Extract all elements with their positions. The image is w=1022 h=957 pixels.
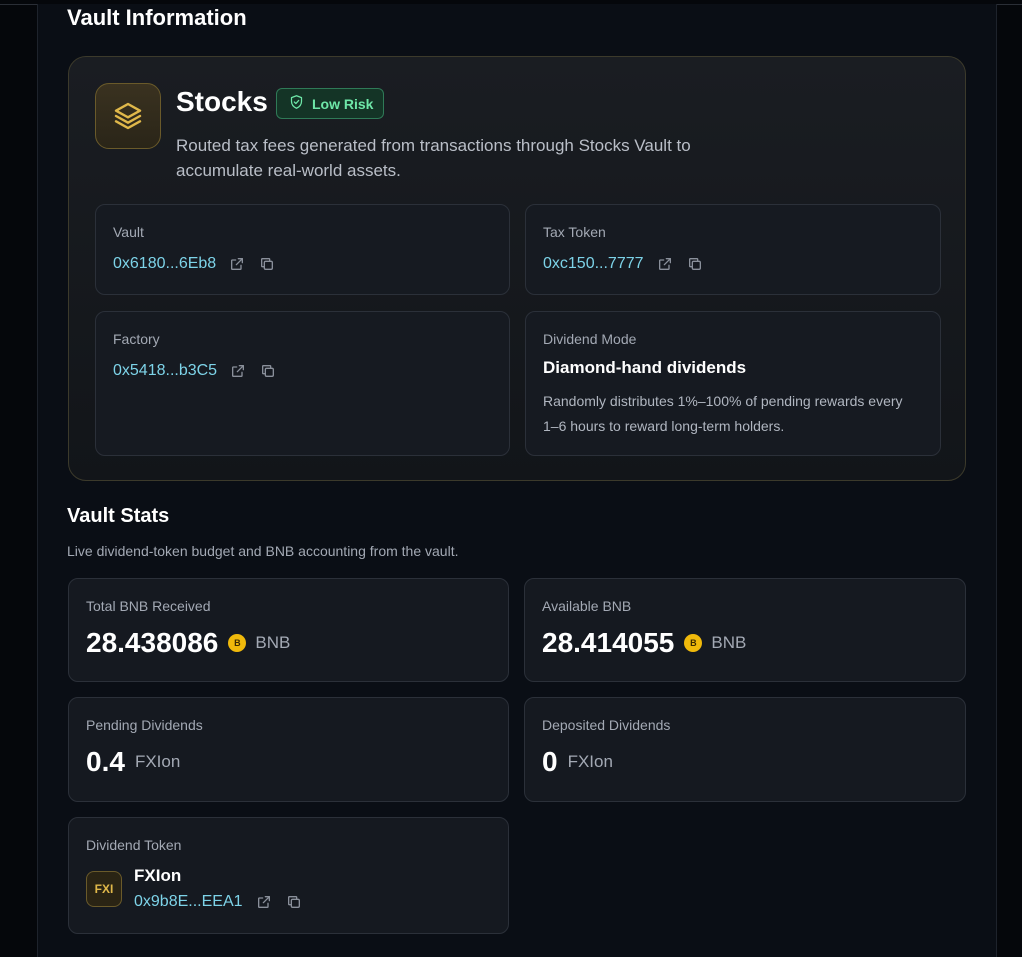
dividend-token-card: Dividend Token FXI FXIon 0x9b8E...EEA1 xyxy=(68,817,509,934)
vault-name: Stocks xyxy=(176,86,268,117)
deposited-dividends-value: 0 xyxy=(542,746,558,777)
factory-label: Factory xyxy=(113,331,160,347)
deposited-dividends-card: Deposited Dividends 0 FXIon xyxy=(524,697,966,802)
vault-stats-description: Live dividend-token budget and BNB accou… xyxy=(67,543,459,559)
vault-information-card: Stocks Low Risk Routed tax fees generate… xyxy=(68,56,966,481)
risk-badge-label: Low Risk xyxy=(312,95,374,112)
vault-stats-heading: Vault Stats xyxy=(67,505,170,527)
tax-token-address-link[interactable]: 0xc150...7777 xyxy=(543,255,644,273)
vault-address-label: Vault xyxy=(113,224,144,240)
dividend-mode-description: Randomly distributes 1%–100% of pending … xyxy=(543,393,903,434)
factory-card: Factory 0x5418...b3C5 xyxy=(95,311,510,456)
dividend-mode-card: Dividend Mode Diamond-hand dividends Ran… xyxy=(525,311,941,456)
external-link-icon[interactable] xyxy=(253,891,275,913)
total-bnb-received-value: 28.438086 xyxy=(86,627,219,658)
external-link-icon[interactable] xyxy=(226,253,248,275)
external-link-icon[interactable] xyxy=(654,253,676,275)
vault-description: Routed tax fees generated from transacti… xyxy=(176,136,691,180)
dividend-mode-title: Diamond-hand dividends xyxy=(543,358,747,377)
risk-badge: Low Risk xyxy=(276,88,385,119)
dividend-token-name: FXIon xyxy=(134,866,182,885)
dividend-mode-label: Dividend Mode xyxy=(543,331,637,347)
pending-dividends-unit: FXIon xyxy=(134,752,181,771)
available-bnb-label: Available BNB xyxy=(542,598,632,614)
copy-icon[interactable] xyxy=(256,253,278,275)
dividend-token-address-link[interactable]: 0x9b8E...EEA1 xyxy=(134,893,243,911)
bnb-coin-icon: B xyxy=(228,634,247,652)
vault-address-card: Vault 0x6180...6Eb8 xyxy=(95,204,510,295)
pending-dividends-value: 0.4 xyxy=(86,746,125,777)
vault-address-link[interactable]: 0x6180...6Eb8 xyxy=(113,255,216,273)
token-logo: FXI xyxy=(86,871,122,907)
available-bnb-card: Available BNB 28.414055 B BNB xyxy=(524,578,966,682)
pending-dividends-card: Pending Dividends 0.4 FXIon xyxy=(68,697,509,802)
layers-icon xyxy=(95,83,161,149)
copy-icon[interactable] xyxy=(684,253,706,275)
total-bnb-received-label: Total BNB Received xyxy=(86,598,211,614)
external-link-icon[interactable] xyxy=(227,360,249,382)
available-bnb-value: 28.414055 xyxy=(542,627,675,658)
dividend-token-label: Dividend Token xyxy=(86,837,182,853)
factory-address-link[interactable]: 0x5418...b3C5 xyxy=(113,362,217,380)
deposited-dividends-label: Deposited Dividends xyxy=(542,717,671,733)
tax-token-card: Tax Token 0xc150...7777 xyxy=(525,204,941,295)
vault-information-heading: Vault Information xyxy=(67,5,247,30)
shield-check-icon xyxy=(289,94,304,113)
copy-icon[interactable] xyxy=(283,891,305,913)
pending-dividends-label: Pending Dividends xyxy=(86,717,203,733)
available-bnb-unit: BNB xyxy=(711,633,747,652)
copy-icon[interactable] xyxy=(257,360,279,382)
bnb-coin-icon: B xyxy=(684,634,703,652)
deposited-dividends-unit: FXIon xyxy=(567,752,613,771)
total-bnb-received-card: Total BNB Received 28.438086 B BNB xyxy=(68,578,509,682)
tax-token-label: Tax Token xyxy=(543,224,606,240)
total-bnb-received-unit: BNB xyxy=(255,633,291,652)
